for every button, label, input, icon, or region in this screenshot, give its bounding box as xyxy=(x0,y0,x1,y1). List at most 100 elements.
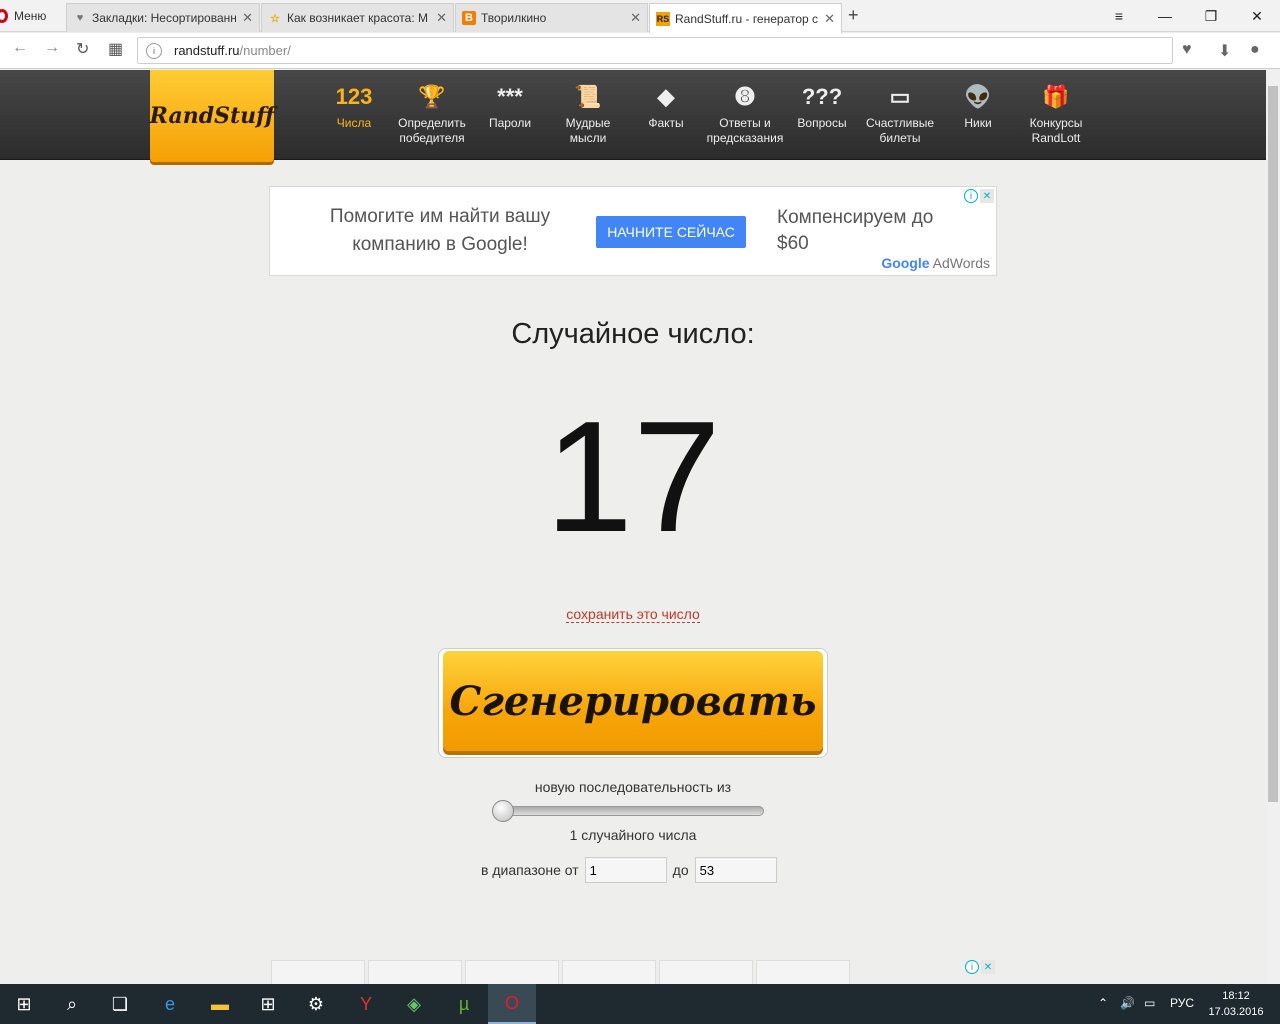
minimize-button[interactable]: — xyxy=(1142,0,1188,32)
scrollbar-thumb[interactable] xyxy=(1268,86,1278,802)
gift-icon: 🎁 xyxy=(1042,83,1070,109)
url-path: /number/ xyxy=(239,43,291,58)
ad-product-image[interactable] xyxy=(465,960,559,984)
search-icon[interactable]: ⌕ xyxy=(48,984,96,1024)
bottom-ad-banner[interactable]: i ✕ xyxy=(269,958,997,984)
opera-logo-icon xyxy=(0,9,8,23)
range-to-input[interactable] xyxy=(694,857,777,883)
nav-label: Определить победителя xyxy=(398,116,466,145)
url-host: randstuff.ru xyxy=(174,43,240,58)
tab-randstuff[interactable]: RS RandStuff.ru - генератор с ✕ xyxy=(649,3,842,33)
back-arrow-icon[interactable]: ← xyxy=(12,39,28,57)
speed-dial-grid-icon[interactable]: ▦ xyxy=(108,39,123,59)
count-slider-handle[interactable] xyxy=(492,800,514,822)
adwords-banner[interactable]: Помогите им найти вашу компанию в Google… xyxy=(269,186,997,276)
menu-label: Меню xyxy=(14,9,47,23)
close-window-button[interactable]: ✕ xyxy=(1234,0,1280,32)
save-number-link-row: сохранить это число xyxy=(0,606,1266,623)
tab-beauty[interactable]: ☆ Как возникает красота: М ✕ xyxy=(261,3,454,32)
ad-offer: Компенсируем до $60 xyxy=(777,207,934,254)
questions-icon: ??? xyxy=(801,83,843,109)
site-header: RandStuff 123 Числа 🏆 Определить победит… xyxy=(0,70,1266,162)
tab-menu-icon[interactable]: ≡ xyxy=(1096,0,1142,32)
nav-label: Мудрые мысли xyxy=(565,116,611,145)
generate-button[interactable]: Сгенерировать xyxy=(443,651,823,751)
browser-menu-button[interactable]: Меню xyxy=(0,0,62,32)
tab-title: RandStuff.ru - генератор с xyxy=(675,11,819,26)
yandex-browser-icon[interactable]: Y xyxy=(342,984,390,1024)
nav-wisdom[interactable]: 📜 Мудрые мысли xyxy=(548,80,628,146)
scroll-icon: 📜 xyxy=(574,83,602,109)
nav-passwords[interactable]: *** Пароли xyxy=(470,80,550,131)
nav-facts[interactable]: ◆ Факты xyxy=(626,80,706,131)
ad-product-image[interactable] xyxy=(756,960,850,984)
site-info-icon[interactable]: i xyxy=(146,43,162,59)
restore-button[interactable]: ❐ xyxy=(1188,0,1234,32)
nav-label: Конкурсы RandLott xyxy=(1029,116,1083,145)
nav-questions[interactable]: ??? Вопросы xyxy=(782,80,862,131)
reload-icon[interactable]: ↻ xyxy=(76,39,89,59)
tab-title: Творилкино xyxy=(481,11,547,25)
close-tab-icon[interactable]: ✕ xyxy=(436,10,447,26)
ad-info-icon[interactable]: i xyxy=(965,960,979,974)
forward-arrow-icon[interactable]: → xyxy=(44,39,60,57)
ad-info-icon[interactable]: i xyxy=(964,189,978,203)
tab-title: Закладки: Несортированные xyxy=(92,11,237,25)
tray-overflow-icon[interactable]: ⌃ xyxy=(1098,996,1108,1010)
download-icon[interactable]: ⬇ xyxy=(1218,41,1231,61)
random-number: 17 xyxy=(545,389,721,565)
clock-date: 17.03.2016 xyxy=(1208,1006,1264,1018)
tab-tvorilkino[interactable]: B Творилкино ✕ xyxy=(455,3,648,32)
close-tab-icon[interactable]: ✕ xyxy=(242,10,253,26)
task-view-icon[interactable]: ❏ xyxy=(96,984,144,1024)
ad-product-image[interactable] xyxy=(271,960,365,984)
url-field[interactable]: i randstuff.ru/number/ xyxy=(137,37,1173,64)
close-tab-icon[interactable]: ✕ xyxy=(824,11,835,27)
utorrent-icon[interactable]: µ xyxy=(440,984,488,1024)
volume-icon[interactable]: 🔊 xyxy=(1120,996,1135,1010)
eight-ball-icon: ➑ xyxy=(735,83,755,109)
ad-product-image[interactable] xyxy=(562,960,656,984)
nav-answers[interactable]: ➑ Ответы и предсказания xyxy=(705,80,785,146)
range-from-input[interactable] xyxy=(584,857,667,883)
file-explorer-icon[interactable]: ▬ xyxy=(196,984,244,1024)
count-label: 1 случайного числа xyxy=(569,827,697,843)
account-icon[interactable]: ● xyxy=(1250,41,1260,59)
language-indicator[interactable]: РУС xyxy=(1170,996,1194,1010)
windows-start-icon[interactable]: ⊞ xyxy=(0,984,48,1024)
save-number-link[interactable]: сохранить это число xyxy=(566,606,700,623)
nav-label: Числа xyxy=(336,116,372,130)
nav-randlott[interactable]: 🎁 Конкурсы RandLott xyxy=(1016,80,1096,146)
nav-tickets[interactable]: ▭ Счастливые билеты xyxy=(860,80,940,146)
system-clock[interactable]: 18:12 17.03.2016 xyxy=(1204,988,1268,1020)
opera-taskbar-icon[interactable]: O xyxy=(488,984,536,1024)
alien-icon: 👽 xyxy=(964,83,992,109)
nav-label: Пароли xyxy=(488,116,532,130)
edge-browser-icon[interactable]: e xyxy=(146,984,194,1024)
ad-close-icon[interactable]: ✕ xyxy=(980,189,994,203)
nav-winner[interactable]: 🏆 Определить победителя xyxy=(392,80,472,146)
close-tab-icon[interactable]: ✕ xyxy=(630,10,641,26)
ad-product-image[interactable] xyxy=(368,960,462,984)
nav-numbers[interactable]: 123 Числа xyxy=(314,80,394,131)
ad-product-image[interactable] xyxy=(659,960,753,984)
bookmark-heart-icon[interactable]: ♥ xyxy=(1182,41,1192,59)
nav-label: Ответы и предсказания xyxy=(706,116,784,145)
sequence-label: новую последовательность из xyxy=(534,779,732,795)
asterisks-icon: *** xyxy=(497,83,523,109)
store-icon[interactable]: ⊞ xyxy=(244,984,292,1024)
google-logo: Google xyxy=(881,255,930,271)
tab-bookmarks[interactable]: ♥ Закладки: Несортированные ✕ xyxy=(66,3,260,32)
heart-icon: ♥ xyxy=(76,12,84,24)
network-icon[interactable]: ▭ xyxy=(1144,996,1155,1010)
cube-app-icon[interactable]: ◈ xyxy=(390,984,438,1024)
ad-close-icon[interactable]: ✕ xyxy=(981,960,995,974)
new-tab-button[interactable]: + xyxy=(848,5,859,26)
settings-gear-icon[interactable]: ⚙ xyxy=(292,984,340,1024)
ad-start-now-button[interactable]: НАЧНИТЕ СЕЙЧАС xyxy=(596,216,746,248)
randstuff-logo[interactable]: RandStuff xyxy=(150,70,274,162)
nav-nicks[interactable]: 👽 Ники xyxy=(938,80,1018,131)
browser-tab-bar: Меню ♥ Закладки: Несортированные ✕ ☆ Как… xyxy=(0,0,1280,33)
tab-title: Как возникает красота: М xyxy=(287,11,428,25)
count-slider-track[interactable] xyxy=(494,806,764,816)
